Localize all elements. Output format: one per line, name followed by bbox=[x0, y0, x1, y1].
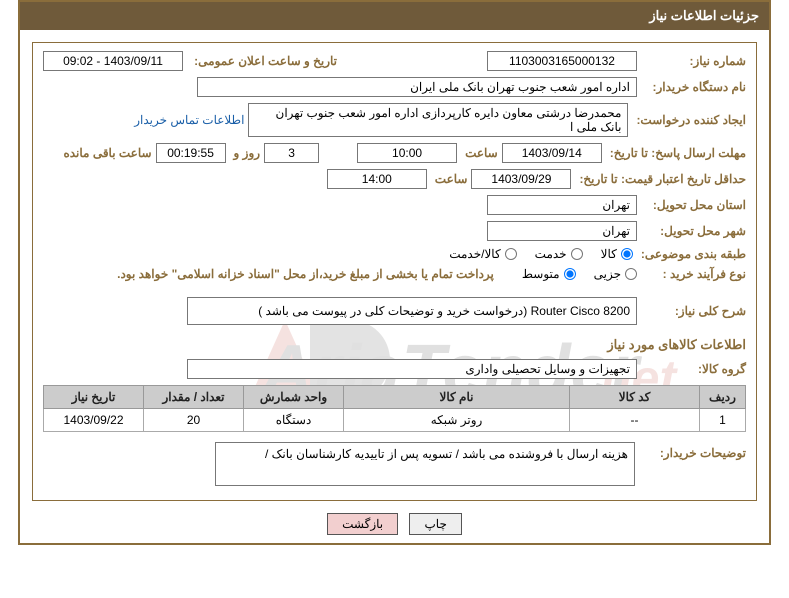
label-announce-dt: تاریخ و ساعت اعلان عمومی: bbox=[187, 54, 337, 68]
value-announce-dt: 1403/09/11 - 09:02 bbox=[43, 51, 183, 71]
radio-service[interactable]: خدمت bbox=[535, 247, 583, 261]
label-buyer-notes: توضیحات خریدار: bbox=[641, 442, 746, 486]
th-need-date: تاریخ نیاز bbox=[44, 386, 144, 409]
label-need-no: شماره نیاز: bbox=[641, 54, 746, 68]
table-header-row: ردیف کد کالا نام کالا واحد شمارش تعداد /… bbox=[44, 386, 746, 409]
td-qty: 20 bbox=[144, 409, 244, 432]
th-code: کد کالا bbox=[570, 386, 700, 409]
label-requester: ایجاد کننده درخواست: bbox=[632, 113, 746, 127]
label-purchase-type: نوع فرآیند خرید : bbox=[641, 267, 746, 281]
radio-both[interactable]: کالا/خدمت bbox=[449, 247, 516, 261]
label-price-valid: حداقل تاریخ اعتبار قیمت: تا تاریخ: bbox=[575, 172, 746, 186]
value-resp-date: 1403/09/14 bbox=[502, 143, 602, 163]
label-city: شهر محل تحویل: bbox=[641, 224, 746, 238]
value-resp-time: 10:00 bbox=[357, 143, 457, 163]
th-name: نام کالا bbox=[344, 386, 570, 409]
th-unit: واحد شمارش bbox=[244, 386, 344, 409]
value-price-valid-date: 1403/09/29 bbox=[471, 169, 571, 189]
row-requester: ایجاد کننده درخواست: محمدرضا درشتی معاون… bbox=[43, 103, 746, 137]
row-city: شهر محل تحویل: تهران bbox=[43, 221, 746, 241]
payment-note: پرداخت تمام یا بخشی از مبلغ خرید،از محل … bbox=[117, 267, 494, 281]
label-category: طبقه بندی موضوعی: bbox=[637, 247, 746, 261]
row-price-valid: حداقل تاریخ اعتبار قیمت: تا تاریخ: 1403/… bbox=[43, 169, 746, 189]
td-code: -- bbox=[570, 409, 700, 432]
value-need-no: 1103003165000132 bbox=[487, 51, 637, 71]
td-need-date: 1403/09/22 bbox=[44, 409, 144, 432]
label-time-1: ساعت bbox=[461, 146, 498, 160]
label-resp-deadline: مهلت ارسال پاسخ: تا تاریخ: bbox=[606, 146, 746, 160]
th-qty: تعداد / مقدار bbox=[144, 386, 244, 409]
value-overall-desc: Router Cisco 8200 (درخواست خرید و توضیحا… bbox=[187, 297, 637, 325]
td-name: روتر شبکه bbox=[344, 409, 570, 432]
main-panel: جزئیات اطلاعات نیاز شماره نیاز: 11030031… bbox=[18, 0, 771, 545]
row-goods-group: گروه کالا: تجهیزات و وسایل تحصیلی واداری bbox=[43, 359, 746, 379]
value-time-left: 00:19:55 bbox=[156, 143, 226, 163]
row-overall-desc: شرح کلی نیاز: Router Cisco 8200 (درخواست… bbox=[43, 297, 746, 325]
table-row: 1 -- روتر شبکه دستگاه 20 1403/09/22 bbox=[44, 409, 746, 432]
category-radio-group: کالا خدمت کالا/خدمت bbox=[449, 247, 633, 261]
td-unit: دستگاه bbox=[244, 409, 344, 432]
value-price-valid-time: 14:00 bbox=[327, 169, 427, 189]
print-button[interactable]: چاپ bbox=[409, 513, 461, 535]
value-days-left: 3 bbox=[264, 143, 319, 163]
value-city: تهران bbox=[487, 221, 637, 241]
ptype-radio-group: جزیی متوسط bbox=[522, 267, 637, 281]
row-need-no: شماره نیاز: 1103003165000132 تاریخ و ساع… bbox=[43, 51, 746, 71]
row-resp-deadline: مهلت ارسال پاسخ: تا تاریخ: 1403/09/14 سا… bbox=[43, 143, 746, 163]
row-category: طبقه بندی موضوعی: کالا خدمت کالا/خدمت bbox=[43, 247, 746, 261]
radio-medium[interactable]: متوسط bbox=[522, 267, 576, 281]
label-days-and: روز و bbox=[230, 146, 261, 160]
goods-table: ردیف کد کالا نام کالا واحد شمارش تعداد /… bbox=[43, 385, 746, 432]
value-goods-group: تجهیزات و وسایل تحصیلی واداری bbox=[187, 359, 637, 379]
value-buyer-notes: هزینه ارسال با فروشنده می باشد / تسویه پ… bbox=[215, 442, 635, 486]
label-goods-group: گروه کالا: bbox=[641, 362, 746, 376]
value-requester: محمدرضا درشتی معاون دایره کارپردازی ادار… bbox=[248, 103, 628, 137]
radio-partial[interactable]: جزیی bbox=[594, 267, 637, 281]
value-province: تهران bbox=[487, 195, 637, 215]
row-buyer-org: نام دستگاه خریدار: اداره امور شعب جنوب ت… bbox=[43, 77, 746, 97]
row-province: استان محل تحویل: تهران bbox=[43, 195, 746, 215]
label-remaining: ساعت باقی مانده bbox=[59, 146, 151, 160]
row-purchase-type: نوع فرآیند خرید : جزیی متوسط پرداخت تمام… bbox=[43, 267, 746, 281]
label-province: استان محل تحویل: bbox=[641, 198, 746, 212]
th-row: ردیف bbox=[700, 386, 746, 409]
details-box: شماره نیاز: 1103003165000132 تاریخ و ساع… bbox=[32, 42, 757, 501]
buyer-contact-link[interactable]: اطلاعات تماس خریدار bbox=[134, 113, 244, 127]
td-row: 1 bbox=[700, 409, 746, 432]
back-button[interactable]: بازگشت bbox=[327, 513, 398, 535]
value-buyer-org: اداره امور شعب جنوب تهران بانک ملی ایران bbox=[197, 77, 637, 97]
footer-buttons: چاپ بازگشت bbox=[20, 513, 769, 535]
row-buyer-notes: توضیحات خریدار: هزینه ارسال با فروشنده م… bbox=[43, 442, 746, 486]
radio-goods[interactable]: کالا bbox=[601, 247, 633, 261]
goods-info-title: اطلاعات کالاهای مورد نیاز bbox=[43, 337, 746, 353]
panel-title: جزئیات اطلاعات نیاز bbox=[20, 2, 769, 30]
label-time-2: ساعت bbox=[431, 172, 468, 186]
label-buyer-org: نام دستگاه خریدار: bbox=[641, 80, 746, 94]
label-overall-desc: شرح کلی نیاز: bbox=[641, 304, 746, 318]
